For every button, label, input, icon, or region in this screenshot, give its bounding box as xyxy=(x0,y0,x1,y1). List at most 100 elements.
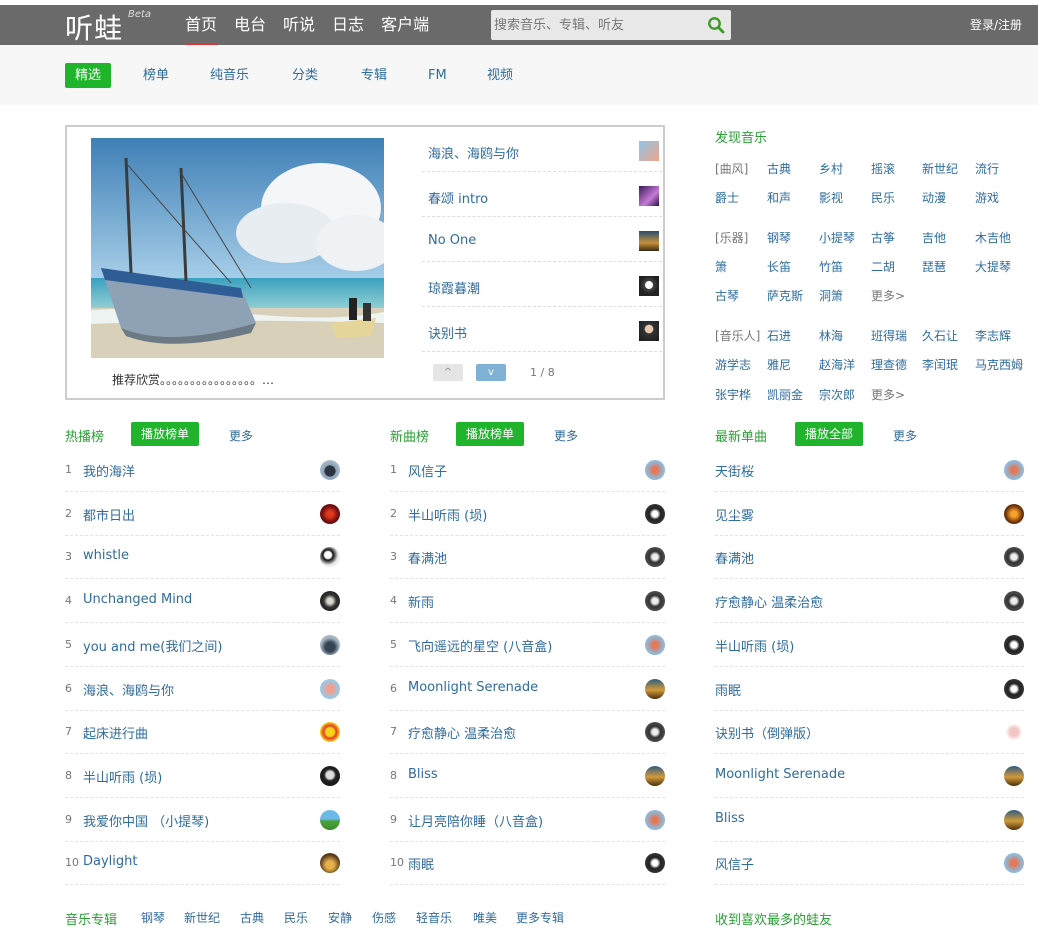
song-title-link[interactable]: 我爱你中国 （小提琴) xyxy=(83,811,209,830)
song-title-link[interactable]: 疗愈静心 温柔治愈 xyxy=(408,723,516,742)
song-avatar[interactable] xyxy=(320,809,340,830)
song-avatar[interactable] xyxy=(320,722,340,743)
song-title-link[interactable]: Unchanged Mind xyxy=(83,592,192,607)
play-hot-chart-button[interactable]: 播放榜单 xyxy=(131,422,200,446)
song-avatar[interactable] xyxy=(320,591,340,612)
play-all-latest-button[interactable]: 播放全部 xyxy=(795,422,864,446)
song-avatar[interactable] xyxy=(320,503,340,524)
song-title-link[interactable]: 半山听雨 (埙) xyxy=(408,505,487,524)
tag-link[interactable]: 箫 xyxy=(715,258,727,275)
tag-link[interactable]: 宗次郎 xyxy=(819,386,855,403)
carousel-item-title[interactable]: 琼霞暮潮 xyxy=(428,278,480,297)
more-albums-link[interactable]: 更多专辑 xyxy=(516,909,564,926)
carousel-item-title[interactable]: No One xyxy=(428,233,476,248)
subnav-charts[interactable]: 榜单 xyxy=(143,63,169,88)
new-chart-more-link[interactable]: 更多 xyxy=(554,427,578,444)
tag-link[interactable]: 大提琴 xyxy=(975,258,1011,275)
song-avatar[interactable] xyxy=(320,765,340,786)
song-avatar[interactable] xyxy=(645,809,665,830)
song-row[interactable]: 疗愈静心 温柔治愈 xyxy=(715,579,1024,624)
song-title-link[interactable]: 天街桜 xyxy=(715,461,754,480)
tag-link[interactable]: 李志辉 xyxy=(975,327,1011,344)
search-icon[interactable] xyxy=(707,16,725,34)
song-avatar[interactable] xyxy=(320,634,340,655)
login-register-link[interactable]: 登录/注册 xyxy=(970,16,1022,33)
song-row[interactable]: Bliss xyxy=(715,798,1024,842)
song-avatar[interactable] xyxy=(1004,591,1024,612)
song-avatar[interactable] xyxy=(1004,547,1024,568)
tag-link[interactable]: 理查德 xyxy=(871,356,907,373)
song-avatar[interactable] xyxy=(1004,634,1024,655)
song-avatar[interactable] xyxy=(645,547,665,568)
song-title-link[interactable]: Moonlight Serenade xyxy=(408,680,538,695)
song-title-link[interactable]: 海浪、海鸥与你 xyxy=(83,680,174,699)
nav-client[interactable]: 客户端 xyxy=(381,5,429,45)
album-tag-link[interactable]: 唯美 xyxy=(473,909,497,926)
tag-link[interactable]: 萨克斯 xyxy=(767,287,803,304)
song-row[interactable]: 5 you and me(我们之间) xyxy=(65,623,340,667)
subnav-albums[interactable]: 专辑 xyxy=(361,63,387,88)
song-row[interactable]: 风信子 xyxy=(715,841,1024,886)
song-row[interactable]: 半山听雨 (埙) xyxy=(715,623,1024,667)
song-row[interactable]: 春满池 xyxy=(715,535,1024,580)
song-avatar[interactable] xyxy=(1004,503,1024,524)
tag-link[interactable]: 洞箫 xyxy=(819,287,843,304)
song-avatar[interactable] xyxy=(645,460,665,480)
carousel-thumbnail[interactable] xyxy=(639,141,659,161)
latest-singles-more-link[interactable]: 更多 xyxy=(893,427,917,444)
album-tag-link[interactable]: 轻音乐 xyxy=(416,909,452,926)
song-row[interactable]: 3 春满池 xyxy=(390,535,665,580)
song-avatar[interactable] xyxy=(1004,460,1024,480)
song-row[interactable]: 6 海浪、海鸥与你 xyxy=(65,667,340,711)
song-title-link[interactable]: Bliss xyxy=(715,811,745,826)
tag-link[interactable]: 爵士 xyxy=(715,189,739,206)
song-row[interactable]: 7 疗愈静心 温柔治愈 xyxy=(390,710,665,755)
song-title-link[interactable]: 起床进行曲 xyxy=(83,723,148,742)
subnav-categories[interactable]: 分类 xyxy=(292,63,318,88)
carousel-thumbnail[interactable] xyxy=(639,231,659,251)
song-row[interactable]: 天街桜 xyxy=(715,448,1024,492)
nav-listen[interactable]: 听说 xyxy=(283,5,315,45)
song-row[interactable]: 1 风信子 xyxy=(390,448,665,492)
song-avatar[interactable] xyxy=(1004,809,1024,830)
carousel-thumbnail[interactable] xyxy=(639,321,659,341)
song-title-link[interactable]: 春满池 xyxy=(715,548,754,567)
tag-link[interactable]: 摇滚 xyxy=(871,160,895,177)
album-tag-link[interactable]: 新世纪 xyxy=(184,909,220,926)
song-title-link[interactable]: you and me(我们之间) xyxy=(83,636,222,655)
song-title-link[interactable]: 飞向遥远的星空 (八音盒) xyxy=(408,636,552,655)
carousel-item-title[interactable]: 海浪、海鸥与你 xyxy=(428,143,519,162)
song-row[interactable]: 9 我爱你中国 （小提琴) xyxy=(65,798,340,842)
tag-link[interactable]: 赵海洋 xyxy=(819,356,855,373)
tag-link[interactable]: 游戏 xyxy=(975,189,999,206)
album-tag-link[interactable]: 伤感 xyxy=(372,909,396,926)
song-title-link[interactable]: 风信子 xyxy=(715,854,754,873)
nav-blog[interactable]: 日志 xyxy=(332,5,364,45)
song-title-link[interactable]: Daylight xyxy=(83,854,137,869)
song-title-link[interactable]: 春满池 xyxy=(408,548,447,567)
song-title-link[interactable]: 半山听雨 (埙) xyxy=(83,767,162,786)
song-title-link[interactable]: 疗愈静心 温柔治愈 xyxy=(715,592,823,611)
song-title-link[interactable]: 见尘雾 xyxy=(715,505,754,524)
tag-link[interactable]: 久石让 xyxy=(922,327,958,344)
more-artists-link[interactable]: 更多> xyxy=(871,386,905,403)
tag-link[interactable]: 长笛 xyxy=(767,258,791,275)
song-row[interactable]: 诀别书（倒弹版） xyxy=(715,710,1024,755)
song-avatar[interactable] xyxy=(645,678,665,699)
tag-link[interactable]: 李闰珉 xyxy=(922,356,958,373)
tag-link[interactable]: 马克西姆 xyxy=(975,356,1023,373)
tag-link[interactable]: 班得瑞 xyxy=(871,327,907,344)
album-tag-link[interactable]: 民乐 xyxy=(284,909,308,926)
more-instruments-link[interactable]: 更多> xyxy=(871,287,905,304)
tag-link[interactable]: 古典 xyxy=(767,160,791,177)
tag-link[interactable]: 古筝 xyxy=(871,229,895,246)
carousel-next-button[interactable]: v xyxy=(476,364,506,381)
carousel-item[interactable]: 琼霞暮潮 xyxy=(422,262,662,307)
song-row[interactable]: 8 半山听雨 (埙) xyxy=(65,754,340,798)
song-row[interactable]: 2 都市日出 xyxy=(65,492,340,536)
tag-link[interactable]: 乡村 xyxy=(819,160,843,177)
tag-link[interactable]: 张宇桦 xyxy=(715,386,751,403)
tag-link[interactable]: 古琴 xyxy=(715,287,739,304)
song-title-link[interactable]: Bliss xyxy=(408,767,438,782)
song-avatar[interactable] xyxy=(1004,678,1024,699)
